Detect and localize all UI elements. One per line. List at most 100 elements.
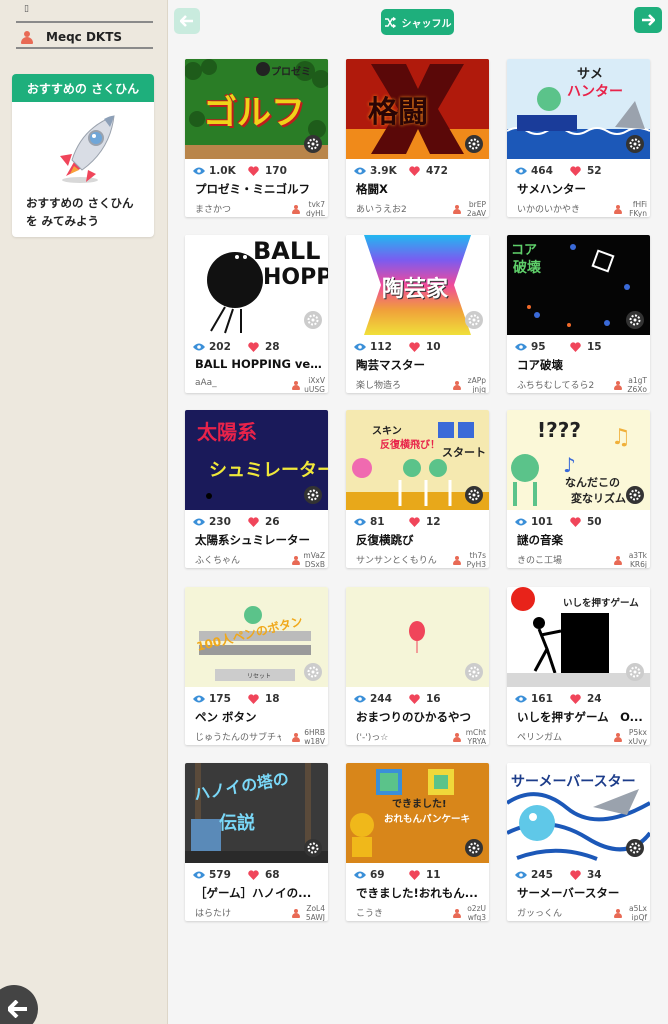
view-count: 230: [193, 516, 248, 528]
work-card[interactable]: いしを押すゲーム 161 24 いしを押すゲーム O... ペリンガム P5kx…: [507, 587, 650, 745]
settings-gear-icon[interactable]: [626, 839, 644, 857]
settings-gear-icon[interactable]: [626, 311, 644, 329]
settings-gear-icon[interactable]: [465, 486, 483, 504]
work-card[interactable]: できました! おれもんパンケーキ 69 11 できました!おれもん... こうき…: [346, 763, 489, 921]
settings-gear-icon[interactable]: [465, 311, 483, 329]
work-card[interactable]: ハノイの塔の 伝説 579 68 ［ゲーム］ハノイの... はらたけ ZoL4 5…: [185, 763, 328, 921]
back-button[interactable]: [0, 985, 38, 1024]
sidebar-top-glyph: ▯: [24, 4, 29, 14]
view-count: 161: [515, 693, 570, 705]
work-card[interactable]: 太陽系 シュミレーター 230 26 太陽系シュミレーター ふくちゃん mVaZ…: [185, 410, 328, 568]
work-author: ガッっくん: [517, 909, 563, 919]
work-title: 太陽系シュミレーター: [195, 533, 310, 547]
like-count: 68: [248, 869, 280, 881]
settings-gear-icon[interactable]: [304, 839, 322, 857]
thumbnail-title: 陶芸家: [382, 277, 449, 302]
work-author: じゅうたんのサブチャン: [195, 733, 281, 743]
work-thumbnail: プロゼミ ゴルフ: [185, 59, 328, 159]
work-title: 陶芸マスター: [356, 358, 425, 372]
code-line-2: 5AWJ: [305, 913, 325, 921]
work-card[interactable]: サメ ハンター 464 52 サメハンター いかのいかやき fHFi FKyn: [507, 59, 650, 217]
settings-gear-icon[interactable]: [304, 663, 322, 681]
recommended-header: おすすめの さくひん: [12, 74, 154, 102]
view-count: 101: [515, 516, 570, 528]
code-line-2: DSxB: [304, 560, 325, 568]
settings-gear-icon[interactable]: [465, 839, 483, 857]
work-code: o2zU wfq3: [464, 904, 486, 921]
work-author: 楽し物造ろ: [356, 381, 402, 391]
heart-icon: [248, 166, 259, 176]
user-profile[interactable]: Meqc DKTS: [20, 30, 122, 44]
work-card[interactable]: スキン 反復横飛び！ スタート 81 12 反復横跳び サンサンとくもりん th…: [346, 410, 489, 568]
work-card[interactable]: ♫ ♪ !??? なんだこの 変なリズム 101 50 謎の音楽 きのこ工場 a…: [507, 410, 650, 568]
work-card[interactable]: 格闘 3.9K 472 格闘X あいうえお2 brEP 2aAV: [346, 59, 489, 217]
views-value: 101: [531, 516, 553, 528]
code-line-2: jnjq: [472, 385, 486, 393]
work-title: サメハンター: [517, 182, 586, 196]
view-count: 81: [354, 516, 409, 528]
work-card[interactable]: サーメーバースター 245 34 サーメーバースター ガッっくん a5Lx ipQ…: [507, 763, 650, 921]
thumbnail-title: なんだこの: [565, 476, 620, 489]
code-line-2: xUvy: [628, 737, 647, 745]
previous-page-button[interactable]: [174, 8, 200, 34]
author-icon: [453, 381, 461, 390]
work-thumbnail: いしを押すゲーム: [507, 587, 650, 687]
author-icon: [614, 205, 622, 214]
work-stats: 579 68: [193, 869, 280, 881]
work-card[interactable]: 100人ペンのボタン リセット 175 18 ペン ボタン じゅうたんのサブチャ…: [185, 587, 328, 745]
work-card[interactable]: 陶芸家 112 10 陶芸マスター 楽し物造ろ zAPp jnjq: [346, 235, 489, 393]
work-author: ペリンガム: [517, 733, 563, 743]
work-card[interactable]: コア 破壊 95 15 コア破壊 ふちちむしてるら2 a1gT Z6Xo: [507, 235, 650, 393]
settings-gear-icon[interactable]: [304, 311, 322, 329]
settings-gear-icon[interactable]: [304, 135, 322, 153]
recommended-works-card[interactable]: おすすめの さくひん おすすめの さくひん を みてみよう: [12, 74, 154, 237]
views-value: 244: [370, 693, 392, 705]
work-code: mCht YRYA: [464, 728, 486, 745]
code-line-1: mVaZ: [303, 551, 325, 560]
author-icon: [292, 381, 300, 390]
like-count: 170: [248, 165, 287, 177]
user-icon: [20, 30, 34, 44]
thumbnail-title: サーメーバースター: [511, 774, 636, 790]
code-line-1: fHFi: [632, 200, 647, 209]
work-author: まさかつ: [195, 205, 232, 215]
view-count: 112: [354, 341, 409, 353]
thumbnail-start-label: スタート: [442, 446, 486, 459]
work-title: コア破壊: [517, 358, 563, 372]
eye-icon: [193, 871, 205, 879]
work-author: ('-')っ☆: [356, 733, 389, 743]
eye-icon: [515, 871, 527, 879]
like-count: 472: [409, 165, 448, 177]
thumbnail-subtitle: !???: [537, 418, 581, 442]
settings-gear-icon[interactable]: [626, 486, 644, 504]
work-stats: 101 50: [515, 516, 602, 528]
likes-value: 11: [426, 869, 441, 881]
view-count: 3.9K: [354, 165, 409, 177]
eye-icon: [515, 343, 527, 351]
work-card[interactable]: 244 16 おまつりのひかるやつ ('-')っ☆ mCht YRYA: [346, 587, 489, 745]
likes-value: 28: [265, 341, 280, 353]
views-value: 230: [209, 516, 231, 528]
divider: [16, 21, 153, 23]
heart-icon: [570, 694, 581, 704]
settings-gear-icon[interactable]: [304, 486, 322, 504]
work-card[interactable]: BALL HOPPIN 202 28 BALL HOPPING ver... a…: [185, 235, 328, 393]
work-code: iXxV uUSG: [303, 376, 325, 393]
next-page-button[interactable]: [634, 7, 662, 33]
work-thumbnail: 太陽系 シュミレーター: [185, 410, 328, 510]
work-card[interactable]: プロゼミ ゴルフ 1.0K 170 プロゼミ・ミニゴルフ まさかつ tvk7 dy…: [185, 59, 328, 217]
thumbnail-subtitle: BALL: [253, 237, 321, 265]
settings-gear-icon[interactable]: [626, 135, 644, 153]
settings-gear-icon[interactable]: [465, 135, 483, 153]
shuffle-label: シャッフル: [401, 18, 452, 30]
view-count: 202: [193, 341, 248, 353]
shuffle-button[interactable]: シャッフル: [381, 9, 454, 35]
author-icon: [292, 909, 300, 918]
work-code: P5kx xUvy: [625, 728, 647, 745]
code-line-2: PyH3: [466, 560, 486, 568]
work-stats: 245 34: [515, 869, 602, 881]
settings-gear-icon[interactable]: [465, 663, 483, 681]
like-count: 18: [248, 693, 280, 705]
work-stats: 1.0K 170: [193, 165, 287, 177]
settings-gear-icon[interactable]: [626, 663, 644, 681]
